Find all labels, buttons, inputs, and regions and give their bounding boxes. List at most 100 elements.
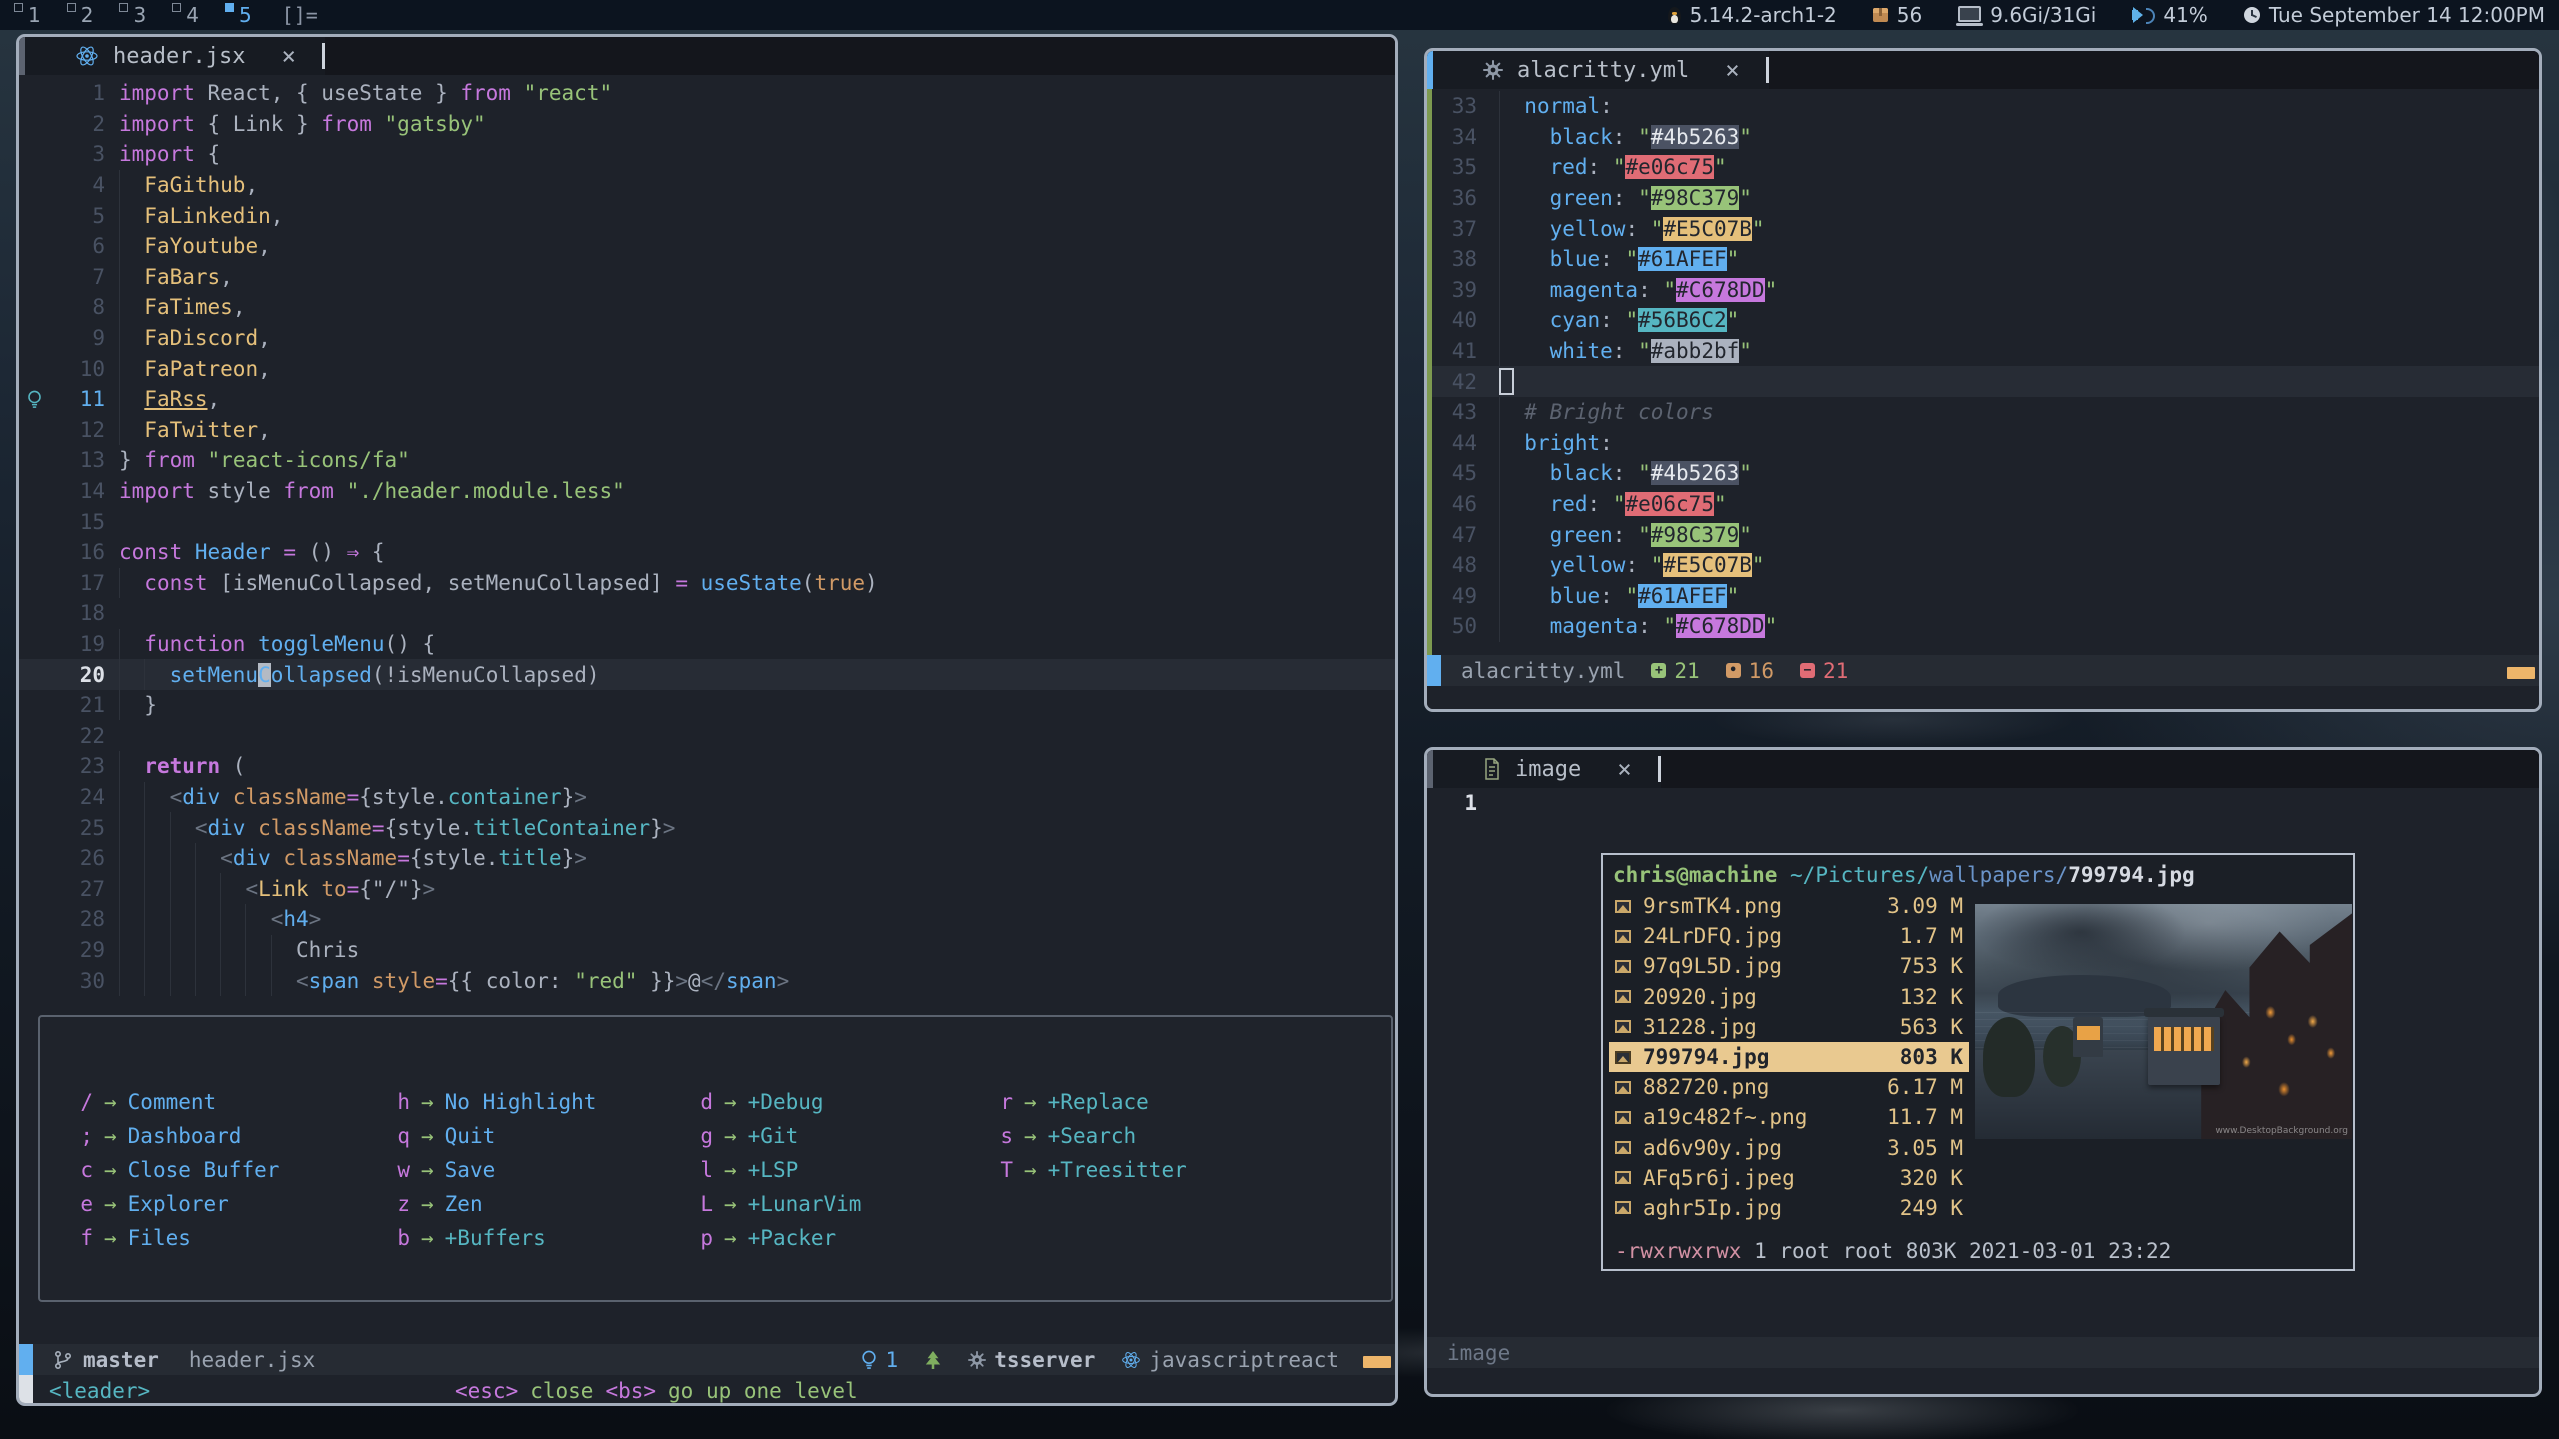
tab-label[interactable]: image — [1515, 757, 1581, 782]
indent-guide — [170, 935, 171, 966]
code-line: 30 <span style={{ color: "red" }}>@</spa… — [19, 965, 1395, 996]
indent-guide — [119, 904, 120, 935]
indent-guide — [119, 812, 120, 843]
volume-status[interactable]: 41% — [2132, 3, 2207, 27]
wallpaper-preview-image: www.DesktopBackground.org — [1975, 904, 2352, 1139]
whichkey-binding--git[interactable]: g→+Git — [697, 1119, 861, 1153]
command-line[interactable]: <leader> <esc> close <bs> go up one leve… — [19, 1375, 1395, 1406]
lightbulb-icon — [860, 1349, 878, 1371]
workspace-2[interactable]: 2 — [67, 2, 94, 28]
code-line: 5 FaLinkedin, — [19, 200, 1395, 231]
code-line: 27 <Link to={"/"}> — [19, 873, 1395, 904]
close-icon[interactable]: × — [1725, 56, 1739, 84]
binding-label: Files — [128, 1226, 191, 1250]
file-name: 31228.jpg — [1643, 1015, 1900, 1039]
whichkey-binding--buffers[interactable]: b→+Buffers — [394, 1221, 596, 1255]
command-line — [1427, 1368, 2539, 1393]
workspace-5[interactable]: 5 — [225, 2, 252, 28]
layout-indicator[interactable]: []= — [282, 3, 318, 27]
scrollbar-indicator[interactable] — [1363, 1356, 1391, 1368]
file-row[interactable]: ad6v90y.jpg3.05 M — [1609, 1133, 1969, 1163]
whichkey-binding--replace[interactable]: r→+Replace — [997, 1085, 1187, 1119]
preview-house — [2201, 913, 2352, 1139]
memory-status: 9.6Gi/31Gi — [1958, 3, 2096, 27]
diagnostic-count: 1 — [886, 1348, 899, 1372]
close-icon[interactable]: × — [281, 42, 295, 70]
line-number: 38 — [1427, 247, 1477, 271]
arrow-icon: → — [104, 1090, 117, 1114]
memory-usage: 9.6Gi/31Gi — [1990, 3, 2096, 27]
file-row[interactable]: AFq5r6j.jpeg320 K — [1609, 1163, 1969, 1193]
file-row[interactable]: 31228.jpg563 K — [1609, 1012, 1969, 1042]
whichkey-binding-dashboard[interactable]: ;→Dashboard — [77, 1119, 279, 1153]
whichkey-hints: <esc> close <bs> go up one level — [455, 1379, 858, 1403]
line-number: 48 — [1427, 553, 1477, 577]
code-line: 16const Header = () ⇒ { — [19, 537, 1395, 568]
branch-name: master — [83, 1348, 159, 1372]
datetime: Tue September 14 12:00PM — [2269, 3, 2545, 27]
code-line: 6 FaYoutube, — [19, 231, 1395, 262]
indent-guide — [119, 751, 120, 782]
indent-guide — [119, 873, 120, 904]
whichkey-binding--packer[interactable]: p→+Packer — [697, 1221, 861, 1255]
image-file-icon — [1615, 1111, 1631, 1124]
indent-guide — [119, 935, 120, 966]
whichkey-binding--lunarvim[interactable]: L→+LunarVim — [697, 1187, 861, 1221]
workspace-1[interactable]: 1 — [14, 2, 41, 28]
file-row[interactable]: 882720.png6.17 M — [1609, 1072, 1969, 1102]
whichkey-binding-no-highlight[interactable]: h→No Highlight — [394, 1085, 596, 1119]
image-file-icon — [1615, 1020, 1631, 1033]
line-number: 35 — [1427, 155, 1477, 179]
indent-guide — [195, 904, 196, 935]
tab-alacritty-yml[interactable]: alacritty.yml × — [1433, 51, 1760, 89]
tab-label[interactable]: header.jsx — [113, 44, 245, 69]
file-row[interactable]: aghr5Ip.jpg249 K — [1609, 1193, 1969, 1223]
package-count: 56 — [1897, 3, 1922, 27]
whichkey-binding-comment[interactable]: /→Comment — [77, 1085, 279, 1119]
line-number: 9 — [49, 326, 105, 350]
indent-guide — [119, 629, 120, 660]
binding-key: f — [77, 1226, 93, 1250]
workspace-number: 5 — [239, 2, 252, 28]
memory-icon — [1958, 6, 1981, 22]
whichkey-binding-close-buffer[interactable]: c→Close Buffer — [77, 1153, 279, 1187]
kernel-status: 5.14.2-arch1-2 — [1668, 3, 1837, 27]
scrollbar-indicator[interactable] — [2507, 667, 2535, 679]
whichkey-binding-zen[interactable]: z→Zen — [394, 1187, 596, 1221]
code-line: 10 FaPatreon, — [19, 353, 1395, 384]
whichkey-binding-save[interactable]: w→Save — [394, 1153, 596, 1187]
whichkey-binding--debug[interactable]: d→+Debug — [697, 1085, 861, 1119]
tab-image[interactable]: image × — [1433, 750, 1652, 788]
tab-header-jsx[interactable]: header.jsx × — [25, 37, 316, 75]
file-name: aghr5Ip.jpg — [1643, 1196, 1900, 1220]
file-row[interactable]: a19c482f~.png11.7 M — [1609, 1102, 1969, 1132]
tab-label[interactable]: alacritty.yml — [1517, 58, 1689, 83]
file-row[interactable]: 799794.jpg803 K — [1609, 1042, 1969, 1072]
code-line: 22 — [19, 720, 1395, 751]
whichkey-binding-explorer[interactable]: e→Explorer — [77, 1187, 279, 1221]
indent-guide — [119, 231, 120, 262]
file-row[interactable]: 9rsmTK4.png3.09 M — [1609, 891, 1969, 921]
binding-label: Comment — [128, 1090, 217, 1114]
file-row[interactable]: 97q9L5D.jpg753 K — [1609, 951, 1969, 981]
code-buffer[interactable]: 33 normal:34 black: "#4b5263"35 red: "#e… — [1427, 89, 2539, 655]
indent-guide — [1499, 519, 1500, 550]
code-buffer[interactable]: /→Comment;→Dashboardc→Close Buffere→Expl… — [19, 75, 1395, 1344]
file-row[interactable]: 24LrDFQ.jpg1.7 M — [1609, 921, 1969, 951]
whichkey-binding--search[interactable]: s→+Search — [997, 1119, 1187, 1153]
code-line: 12 FaTwitter, — [19, 415, 1395, 446]
file-row[interactable]: 20920.jpg132 K — [1609, 982, 1969, 1012]
code-line: 47 green: "#98C379" — [1427, 519, 2539, 550]
whichkey-binding-quit[interactable]: q→Quit — [394, 1119, 596, 1153]
workspace-4[interactable]: 4 — [172, 2, 199, 28]
line-number: 11 — [49, 387, 105, 411]
file-name: AFq5r6j.jpeg — [1643, 1166, 1900, 1190]
close-icon[interactable]: × — [1617, 755, 1631, 783]
line-number: 27 — [49, 877, 105, 901]
workspace-3[interactable]: 3 — [119, 2, 146, 28]
tabline: header.jsx × — [19, 37, 1395, 75]
whichkey-binding--treesitter[interactable]: T→+Treesitter — [997, 1153, 1187, 1187]
indent-guide — [1499, 336, 1500, 367]
whichkey-binding-files[interactable]: f→Files — [77, 1221, 279, 1255]
whichkey-binding--lsp[interactable]: l→+LSP — [697, 1153, 861, 1187]
